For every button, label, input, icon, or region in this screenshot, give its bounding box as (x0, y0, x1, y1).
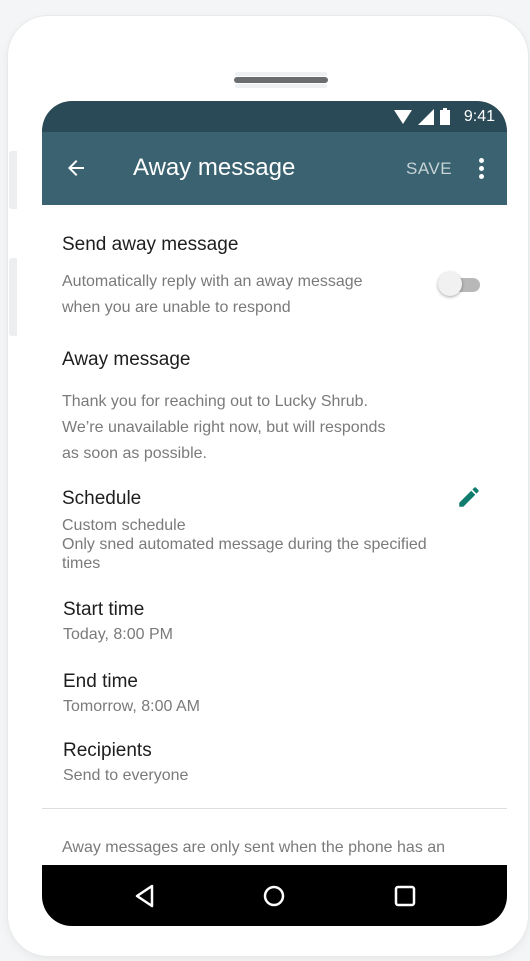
app-bar: Away message SAVE (42, 132, 507, 205)
system-nav-bar (42, 865, 507, 926)
schedule-title[interactable]: Schedule (62, 488, 141, 510)
end-time-value: Tomorrow, 8:00 AM (63, 698, 200, 715)
wifi-icon (393, 109, 412, 124)
away-message-title: Away message (62, 349, 191, 370)
more-vert-icon[interactable] (471, 156, 491, 182)
schedule-desc-line1: Only sned automated message during the s… (62, 536, 427, 553)
recipients-title: Recipients (63, 740, 152, 761)
status-bar: 9:41 (42, 101, 507, 132)
pencil-icon[interactable] (456, 484, 482, 510)
toggle-thumb (438, 272, 462, 296)
recipients-row[interactable]: Recipients Send to everyone (63, 740, 188, 785)
send-away-desc-line2: when you are unable to respond (62, 299, 291, 316)
end-time-title: End time (63, 671, 138, 692)
page-title: Away message (133, 154, 296, 181)
settings-content: Send away message Automatically reply wi… (42, 205, 507, 862)
phone-screen: 9:41 Away message SAVE Send away message… (42, 101, 507, 926)
start-time-row[interactable]: Start time Today, 8:00 PM (63, 599, 173, 644)
signal-icon (417, 108, 434, 125)
away-message-line1: Thank you for reaching out to Lucky Shru… (62, 393, 368, 410)
away-message-text[interactable]: Thank you for reaching out to Lucky Shru… (62, 389, 442, 467)
triangle-back-icon[interactable] (130, 881, 160, 911)
schedule-details: Custom schedule Only sned automated mess… (62, 516, 492, 573)
recipients-value: Send to everyone (63, 767, 189, 784)
start-time-title: Start time (63, 599, 145, 620)
end-time-row[interactable]: End time Tomorrow, 8:00 AM (63, 671, 200, 716)
divider (42, 808, 507, 809)
send-away-toggle[interactable] (438, 270, 484, 298)
away-message-line2: We’re unavailable right now, but will re… (62, 419, 386, 436)
send-away-desc-line1: Automatically reply with an away message (62, 273, 363, 290)
schedule-value: Custom schedule (62, 517, 186, 534)
power-button (9, 258, 17, 336)
status-time: 9:41 (463, 107, 495, 125)
footer-note: Away messages are only sent when the pho… (62, 839, 446, 856)
send-away-description: Automatically reply with an away message… (62, 269, 422, 321)
send-away-title: Send away message (62, 234, 239, 255)
save-button[interactable]: SAVE (406, 159, 452, 179)
battery-icon (439, 108, 450, 125)
earpiece-speaker (234, 77, 328, 83)
square-recents-icon[interactable] (390, 881, 420, 911)
volume-button (9, 151, 17, 209)
away-message-line3: as soon as possible. (62, 445, 207, 462)
arrow-left-icon[interactable] (64, 156, 88, 180)
start-time-value: Today, 8:00 PM (63, 626, 173, 643)
circle-home-icon[interactable] (259, 881, 289, 911)
schedule-desc-line2: times (62, 555, 101, 572)
